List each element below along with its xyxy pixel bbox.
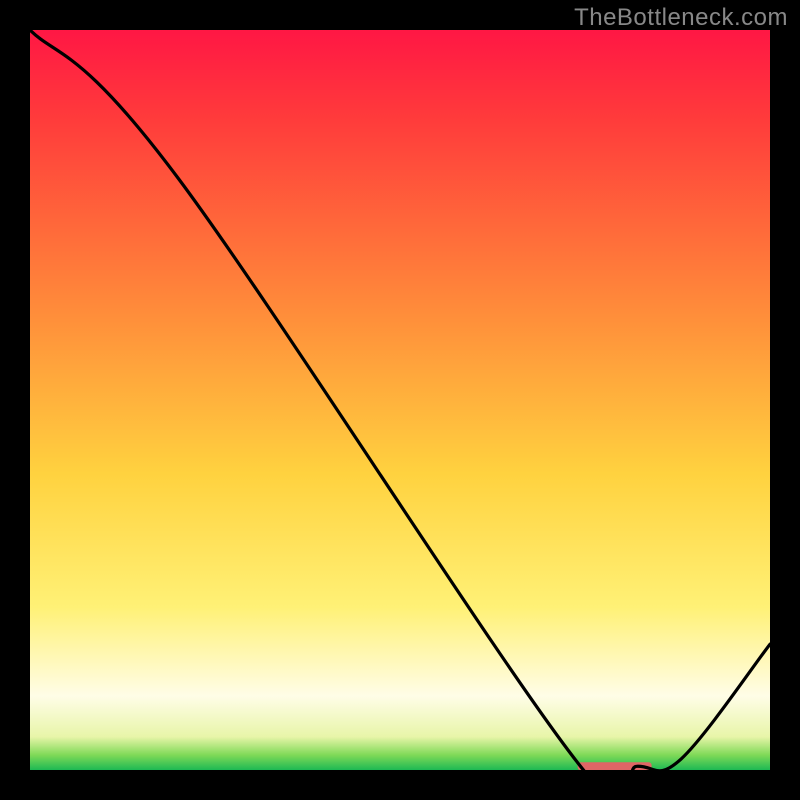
gradient-background <box>30 30 770 770</box>
plot-area <box>30 30 770 770</box>
watermark-text: TheBottleneck.com <box>574 4 788 32</box>
chart-svg <box>30 30 770 770</box>
chart-frame: TheBottleneck.com <box>0 0 800 800</box>
